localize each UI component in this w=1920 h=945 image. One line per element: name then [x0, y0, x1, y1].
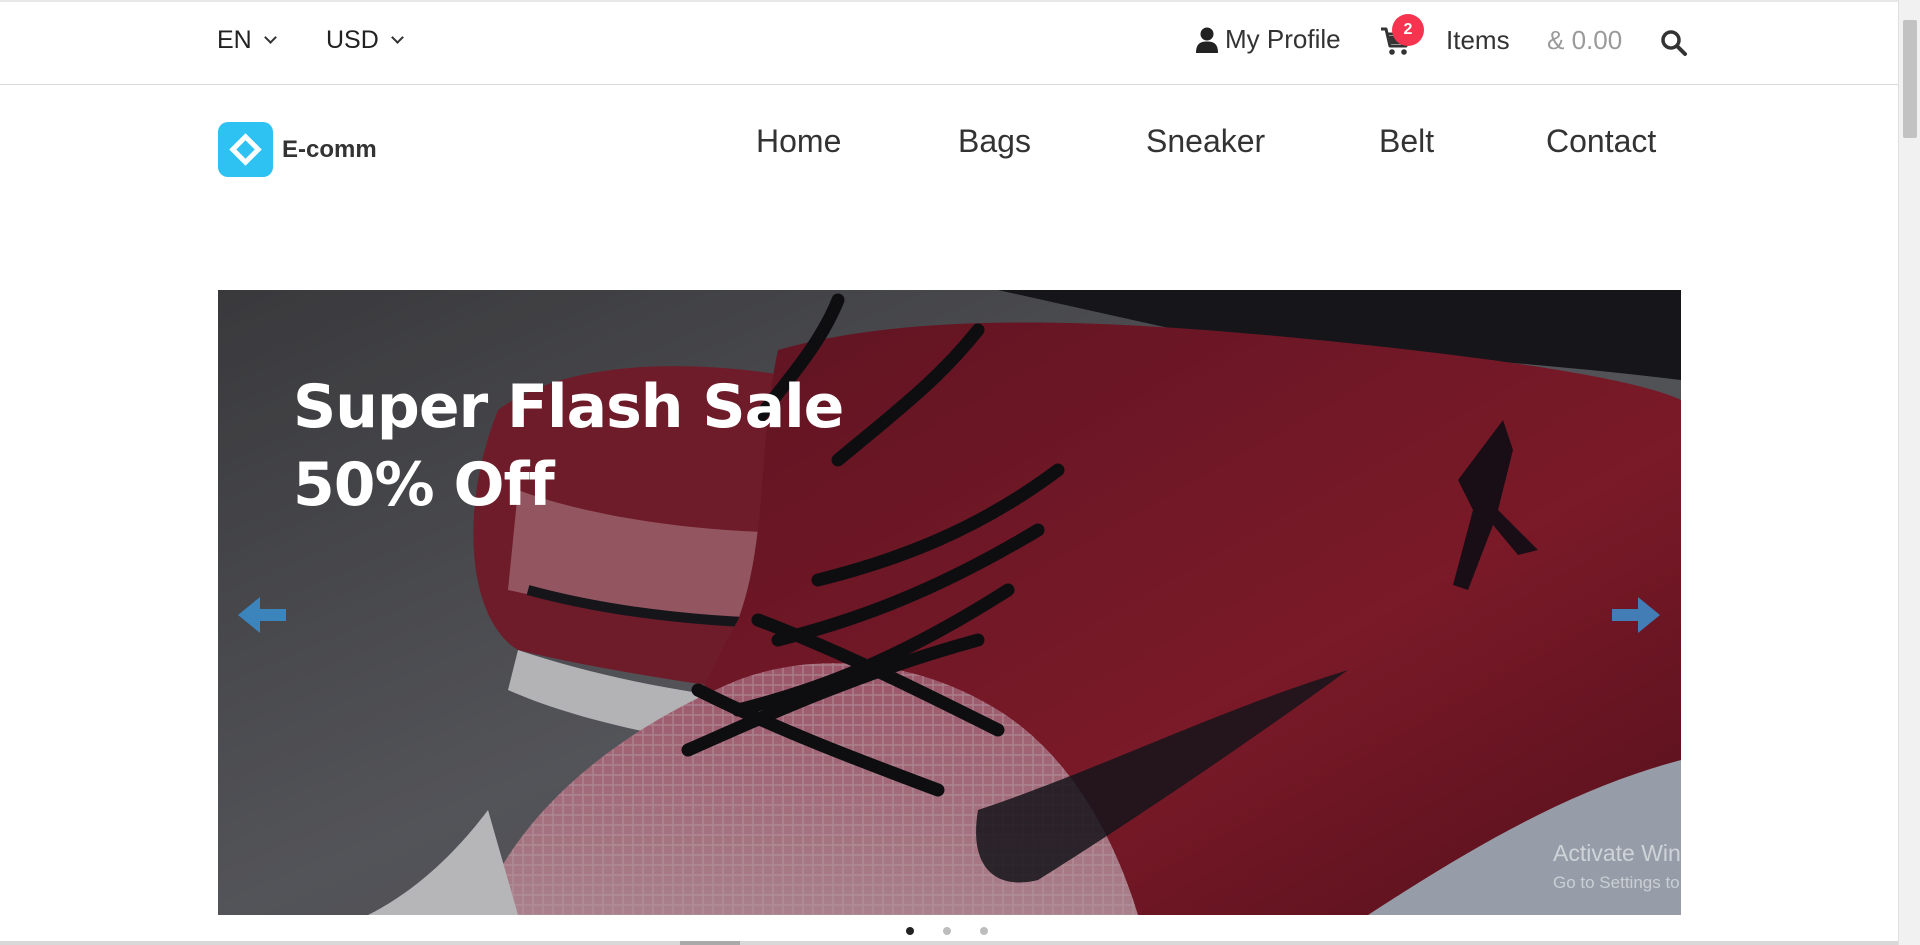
arrow-left-icon[interactable] — [238, 595, 288, 635]
nav-contact[interactable]: Contact — [1546, 123, 1656, 160]
activation-watermark-subtitle: Go to Settings to activate Windows. — [1553, 873, 1822, 892]
chevron-down-icon — [390, 31, 404, 44]
nav-bags[interactable]: Bags — [958, 123, 1031, 160]
arrow-right-icon[interactable] — [1610, 595, 1660, 635]
profile-label: My Profile — [1225, 24, 1341, 54]
nav-home[interactable]: Home — [756, 123, 841, 160]
items-label[interactable]: Items — [1446, 25, 1510, 56]
horizontal-scrollbar[interactable] — [0, 941, 1898, 945]
top-bar: EN USD My Profile 2 Items & 0.00 — [0, 0, 1898, 85]
logo-mark — [218, 122, 273, 177]
language-select[interactable]: EN — [217, 26, 277, 55]
cart-total: & 0.00 — [1547, 25, 1623, 55]
horizontal-scrollbar-thumb[interactable] — [680, 941, 740, 945]
brand-name: E-comm — [282, 135, 377, 163]
activation-watermark-title: Activate Windows — [1553, 840, 1735, 866]
search-icon[interactable] — [1660, 29, 1688, 57]
chevron-down-icon — [263, 31, 277, 44]
scrollbar-thumb[interactable] — [1903, 20, 1917, 138]
nav-sneaker[interactable]: Sneaker — [1146, 123, 1265, 160]
slider-pagination — [906, 927, 988, 935]
vertical-scrollbar[interactable] — [1898, 0, 1920, 945]
user-icon — [1196, 27, 1218, 53]
my-profile-link[interactable]: My Profile — [1196, 24, 1341, 55]
hero-headline: Super Flash Sale 50% Off — [293, 368, 844, 524]
slide-dot-3[interactable] — [980, 927, 988, 935]
cart-count-badge: 2 — [1392, 14, 1424, 46]
hero-headline-line2: 50% Off — [293, 450, 555, 520]
brand-logo[interactable]: E-comm — [218, 122, 377, 177]
language-value: EN — [217, 26, 252, 54]
slide-dot-2[interactable] — [943, 927, 951, 935]
currency-value: USD — [326, 26, 379, 54]
hero-headline-line1: Super Flash Sale — [293, 372, 844, 442]
nav-belt[interactable]: Belt — [1379, 123, 1434, 160]
hero-slider: Super Flash Sale 50% Off — [218, 290, 1681, 915]
slide-dot-1[interactable] — [906, 927, 914, 935]
currency-select[interactable]: USD — [326, 26, 404, 55]
